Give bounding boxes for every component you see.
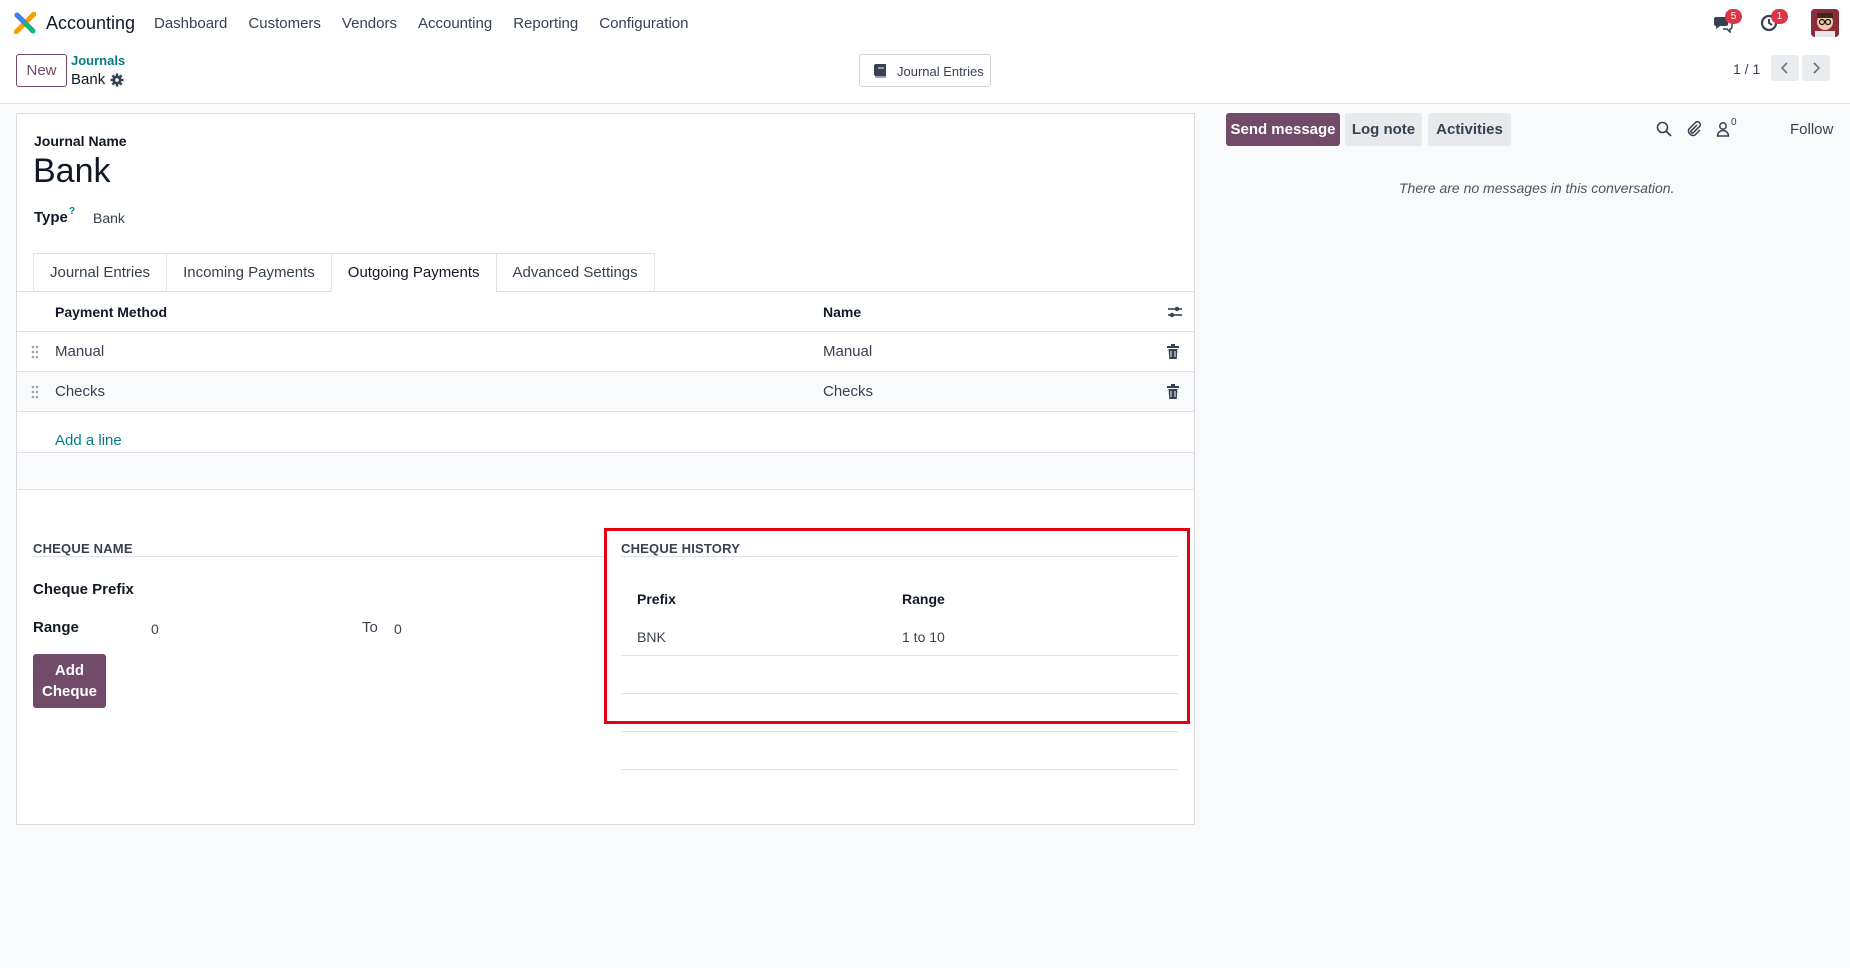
breadcrumb-journals[interactable]: Journals	[71, 53, 125, 68]
journal-entries-smart-button[interactable]: Journal Entries	[859, 54, 991, 87]
payment-method-cell[interactable]: Manual	[55, 343, 104, 360]
section-divider	[33, 556, 605, 557]
new-button[interactable]: New	[16, 54, 67, 87]
add-a-line-link[interactable]: Add a line	[55, 432, 122, 449]
table-row[interactable]: Checks Checks	[17, 372, 1194, 412]
add-cheque-button[interactable]: Add Cheque	[33, 654, 106, 708]
menu-accounting[interactable]: Accounting	[418, 15, 492, 32]
journal-name-field[interactable]: Bank	[33, 152, 111, 191]
menu-configuration[interactable]: Configuration	[599, 15, 688, 32]
main-menu: Dashboard Customers Vendors Accounting R…	[154, 15, 709, 32]
column-name[interactable]: Name	[823, 304, 861, 320]
history-row-divider	[621, 731, 1178, 732]
book-icon	[874, 64, 886, 78]
empty-conversation-text: There are no messages in this conversati…	[1399, 180, 1675, 196]
trash-icon[interactable]	[1166, 344, 1180, 360]
menu-vendors[interactable]: Vendors	[342, 15, 397, 32]
activities-button[interactable]: Activities	[1428, 113, 1511, 146]
app-logo-icon[interactable]	[14, 12, 36, 34]
history-row-divider	[621, 769, 1178, 770]
user-avatar[interactable]	[1811, 9, 1839, 37]
menu-reporting[interactable]: Reporting	[513, 15, 578, 32]
tab-journal-entries[interactable]: Journal Entries	[33, 253, 167, 292]
cheque-prefix-label: Cheque Prefix	[33, 581, 134, 598]
trash-icon[interactable]	[1166, 384, 1180, 400]
cheque-history-highlight-box	[604, 528, 1190, 724]
activities-clock-icon[interactable]: 1	[1759, 9, 1788, 33]
chevron-right-icon	[1813, 62, 1821, 74]
followers-icon[interactable]	[1716, 121, 1730, 137]
pager-next-button[interactable]	[1802, 55, 1830, 81]
notebook-tabs: Journal Entries Incoming Payments Outgoi…	[33, 253, 655, 292]
payment-methods-header: Payment Method Name	[17, 292, 1194, 332]
gear-icon[interactable]	[110, 73, 124, 87]
column-payment-method[interactable]: Payment Method	[55, 304, 167, 320]
range-label: Range	[33, 619, 79, 636]
range-to-field[interactable]: 0	[394, 621, 402, 637]
type-help-tooltip[interactable]: ?	[69, 206, 75, 217]
drag-handle-icon[interactable]	[30, 385, 40, 399]
name-cell[interactable]: Manual	[823, 343, 872, 360]
type-label: Type	[34, 209, 68, 226]
navbar: Accounting Dashboard Customers Vendors A…	[0, 0, 1850, 47]
tab-outgoing-payments[interactable]: Outgoing Payments	[330, 253, 496, 292]
to-label: To	[362, 619, 378, 636]
breadcrumb-current: Bank	[71, 71, 106, 88]
menu-dashboard[interactable]: Dashboard	[154, 15, 227, 32]
log-note-button[interactable]: Log note	[1345, 113, 1422, 146]
control-panel: New Journals Bank Journal Entries 1 / 1	[0, 47, 1850, 104]
journal-name-label: Journal Name	[34, 133, 127, 149]
payment-method-cell[interactable]: Checks	[55, 383, 105, 400]
messages-badge: 5	[1725, 9, 1742, 24]
range-from-field[interactable]: 0	[151, 621, 159, 637]
smart-button-label: Journal Entries	[897, 64, 984, 79]
activities-badge: 1	[1771, 9, 1788, 24]
menu-customers[interactable]: Customers	[248, 15, 321, 32]
search-icon[interactable]	[1656, 121, 1672, 137]
chevron-left-icon	[1780, 62, 1788, 74]
send-message-button[interactable]: Send message	[1226, 113, 1340, 146]
tab-advanced-settings[interactable]: Advanced Settings	[495, 253, 655, 292]
cheque-name-section-title: CHEQUE NAME	[33, 541, 133, 556]
table-row[interactable]: Manual Manual	[17, 332, 1194, 372]
followers-count: 0	[1731, 117, 1737, 128]
messages-icon[interactable]: 5	[1713, 9, 1742, 34]
name-cell[interactable]: Checks	[823, 383, 873, 400]
pager-value[interactable]: 1 / 1	[1733, 61, 1760, 77]
empty-list-row	[17, 452, 1194, 490]
tab-incoming-payments[interactable]: Incoming Payments	[166, 253, 331, 292]
follow-button[interactable]: Follow	[1790, 121, 1833, 138]
optional-columns-icon[interactable]	[1167, 304, 1183, 320]
paperclip-icon[interactable]	[1686, 120, 1702, 138]
pager-previous-button[interactable]	[1771, 55, 1799, 81]
drag-handle-icon[interactable]	[30, 345, 40, 359]
app-name[interactable]: Accounting	[46, 13, 135, 34]
type-field[interactable]: Bank	[93, 210, 125, 226]
